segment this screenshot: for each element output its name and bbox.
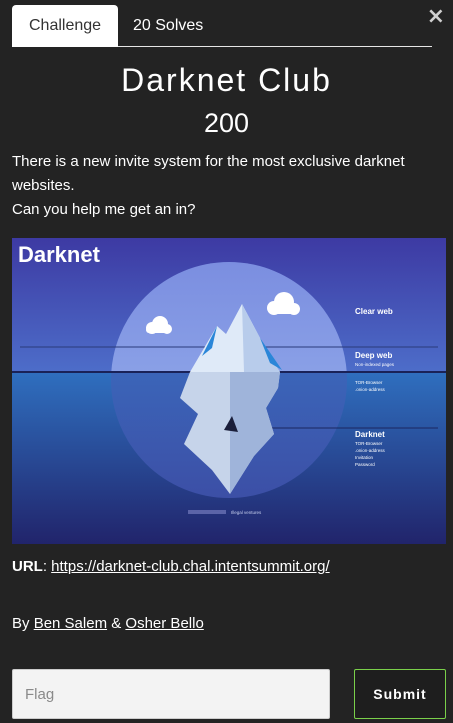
challenge-description: There is a new invite system for the mos…: [12, 150, 442, 222]
description-line: There is a new invite system for the mos…: [12, 153, 405, 194]
author-separator: &: [111, 615, 122, 632]
label-darknet: Darknet: [355, 430, 385, 439]
by-label: By: [12, 615, 30, 632]
tab-bar: Challenge 20 Solves: [12, 5, 432, 47]
label-dark-sub: TOR-Browser: [355, 441, 383, 446]
tab-challenge[interactable]: Challenge: [12, 5, 119, 47]
description-line: Can you help me get an in?: [12, 201, 196, 218]
author-line: By Ben Salem & Osher Bello: [12, 612, 442, 636]
label-dark-sub: .onion-address: [355, 448, 386, 453]
label-dark-sub: Password: [355, 462, 375, 467]
darknet-iceberg-image: Darknet Clear web Deep web Non-indexed p…: [12, 238, 446, 544]
tab-solves[interactable]: 20 Solves: [116, 5, 220, 47]
label-bottom: Illegal ventures: [231, 510, 262, 515]
url-label: URL: [12, 558, 43, 575]
label-deep-web-sub: Non-indexed pages: [355, 362, 395, 367]
submit-button[interactable]: Submit: [354, 669, 446, 719]
label-deep-web: Deep web: [355, 351, 392, 360]
label-tor: TOR-Browser: [355, 380, 383, 385]
url-line: URL: https://darknet-club.chal.intentsum…: [12, 558, 330, 575]
image-heading: Darknet: [18, 242, 101, 267]
challenge-points: 200: [203, 108, 250, 138]
label-onion: .onion-address: [355, 387, 386, 392]
author-link[interactable]: Ben Salem: [34, 615, 107, 632]
label-dark-sub: Invitation: [355, 455, 374, 460]
challenge-url-link[interactable]: https://darknet-club.chal.intentsummit.o…: [51, 558, 329, 575]
label-clear-web: Clear web: [355, 307, 393, 316]
challenge-title: Darknet Club: [121, 62, 332, 98]
flag-input[interactable]: [12, 669, 330, 719]
author-link[interactable]: Osher Bello: [125, 615, 203, 632]
